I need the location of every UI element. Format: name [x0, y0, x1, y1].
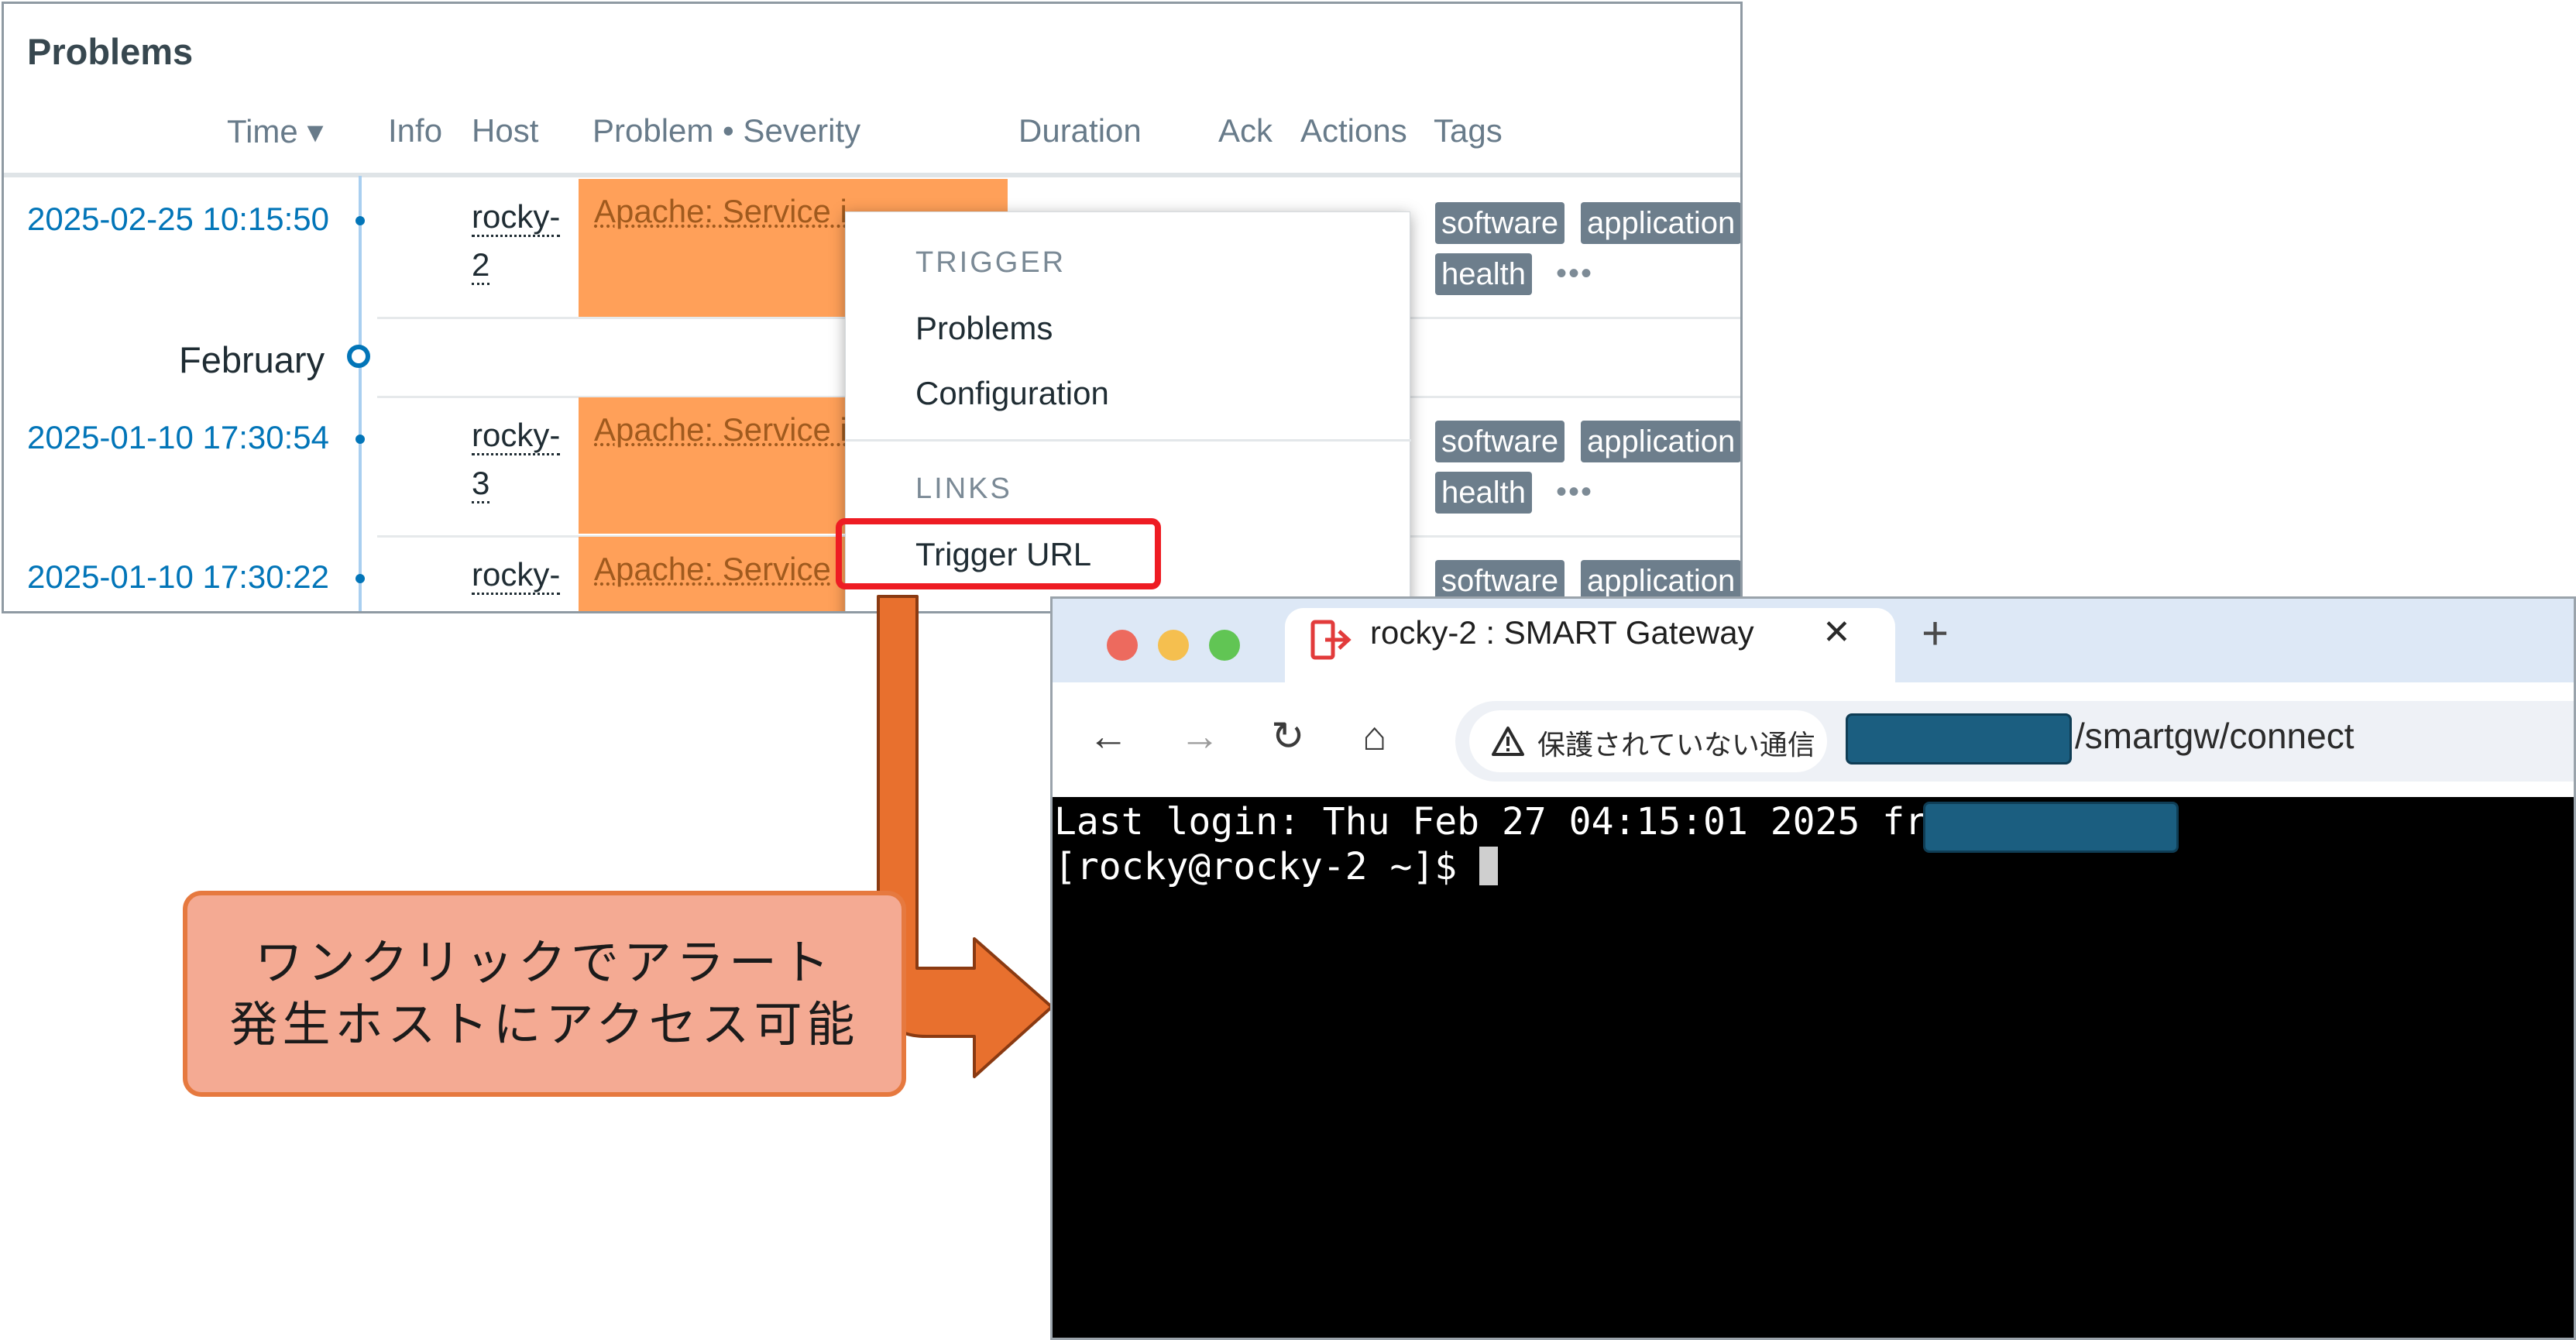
tab-strip: rocky-2 : SMART Gateway ✕ +	[1053, 599, 2574, 692]
smart-gateway-favicon-icon	[1310, 620, 1352, 660]
maximize-window-button[interactable]	[1209, 630, 1240, 661]
minimize-window-button[interactable]	[1158, 630, 1189, 661]
browser-window: rocky-2 : SMART Gateway ✕ + ← → ↻ ⌂ 保護され…	[1050, 596, 2576, 1340]
terminal-prompt: [rocky@rocky-2 ~]$	[1054, 845, 1499, 888]
security-indicator[interactable]: 保護されていない通信	[1469, 710, 1827, 772]
address-bar[interactable]: 保護されていない通信 /smartgw/connect	[1455, 701, 2574, 782]
reload-icon[interactable]: ↻	[1271, 713, 1305, 760]
terminal-cursor	[1479, 847, 1499, 885]
redacted-source-host	[1923, 802, 2179, 853]
forward-icon[interactable]: →	[1180, 713, 1220, 760]
callout-line-2: 発生ホストにアクセス可能	[229, 996, 860, 1053]
warning-icon	[1492, 727, 1524, 756]
callout-line-1: ワンクリックでアラート	[254, 934, 834, 991]
new-tab-button[interactable]: +	[1922, 606, 1949, 660]
security-label: 保護されていない通信	[1537, 730, 1815, 761]
home-icon[interactable]: ⌂	[1362, 713, 1386, 760]
annotation-callout: ワンクリックでアラート 発生ホストにアクセス可能	[183, 891, 906, 1097]
close-window-button[interactable]	[1107, 630, 1138, 661]
back-icon[interactable]: ←	[1088, 713, 1128, 760]
tab-title: rocky-2 : SMART Gateway	[1370, 614, 1754, 651]
tab-close-icon[interactable]: ✕	[1822, 613, 1851, 652]
url-path: /smartgw/connect	[2075, 716, 2354, 756]
terminal-last-login: Last login: Thu Feb 27 04:15:01 2025 fro…	[1054, 800, 1972, 844]
navigation-bar: ← → ↻ ⌂ 保護されていない通信 /smartgw/connect	[1053, 682, 2574, 797]
terminal-area[interactable]: Last login: Thu Feb 27 04:15:01 2025 fro…	[1053, 797, 2574, 1338]
redacted-host	[1846, 713, 2072, 764]
